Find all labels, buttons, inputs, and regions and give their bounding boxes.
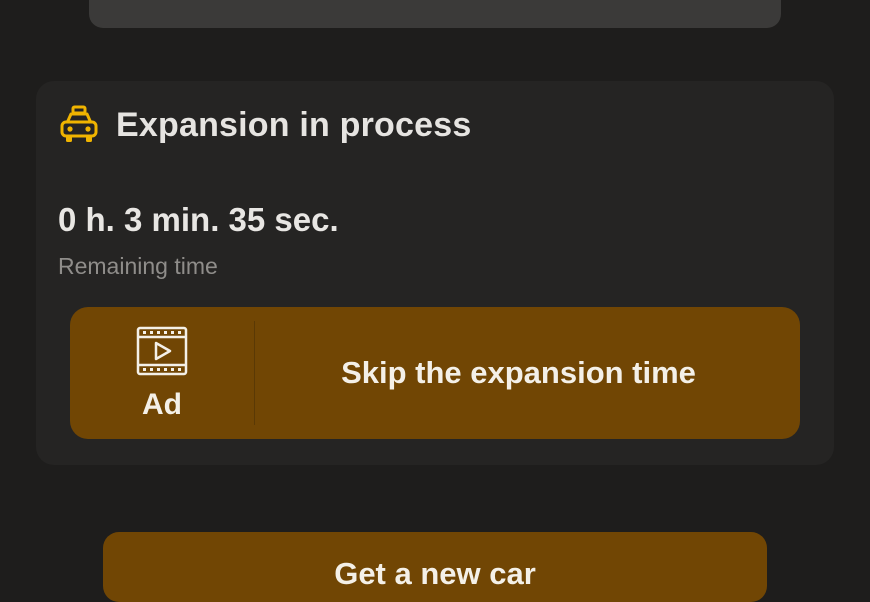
film-play-icon — [136, 326, 188, 376]
new-car-button-label: Get a new car — [334, 556, 536, 591]
skip-expansion-button[interactable]: Ad Skip the expansion time — [70, 307, 800, 439]
remaining-time-value: 0 h. 3 min. 35 sec. — [58, 201, 339, 238]
skip-button-label: Skip the expansion time — [341, 355, 696, 390]
get-new-car-button[interactable]: Get a new car — [103, 532, 767, 602]
card-title: Expansion in process — [116, 105, 472, 144]
remaining-time-caption: Remaining time — [58, 253, 218, 279]
ad-block: Ad — [70, 307, 254, 439]
previous-card-bottom — [89, 0, 781, 28]
card-header: Expansion in process — [58, 103, 471, 147]
taxi-icon — [60, 105, 98, 142]
expansion-card: Expansion in process 0 h. 3 min. 35 sec.… — [36, 81, 834, 465]
ad-label: Ad — [142, 388, 182, 421]
